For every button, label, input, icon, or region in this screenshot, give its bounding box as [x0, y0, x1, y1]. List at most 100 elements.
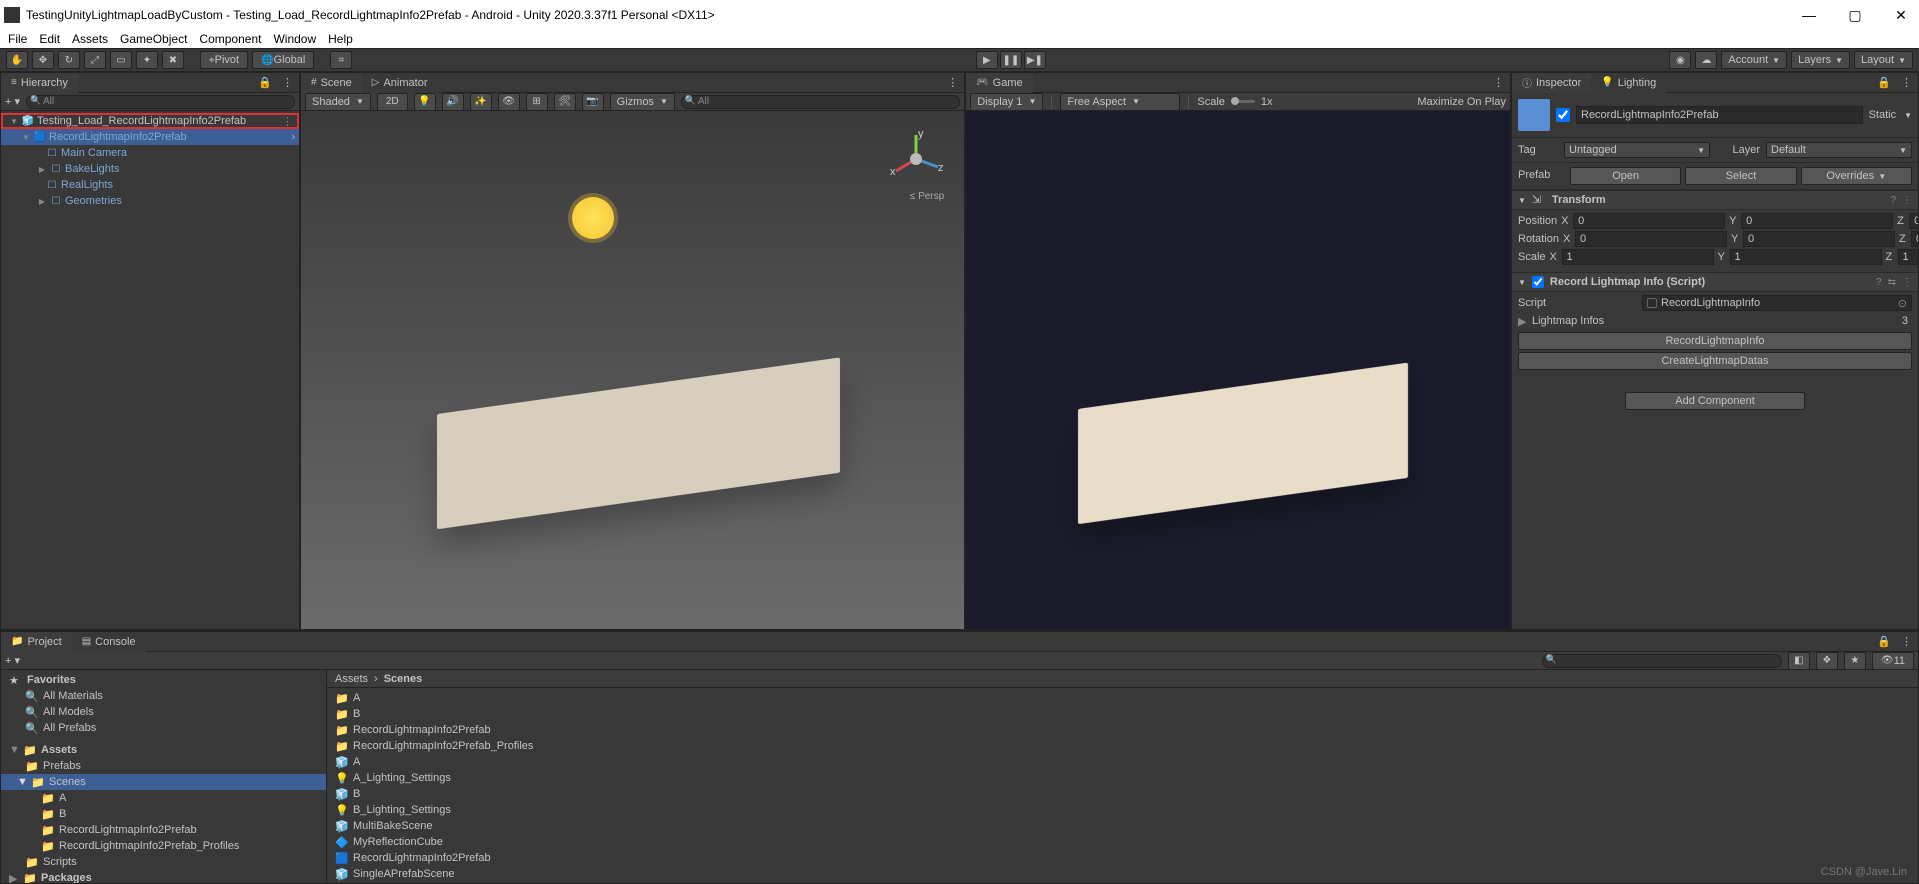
project-item[interactable]: 💡B_Lighting_Settings	[327, 802, 1918, 818]
component-menu-icon[interactable]: ⋮	[1902, 195, 1912, 206]
persp-toggle[interactable]: ≤ Persp	[910, 191, 944, 202]
custom-tool[interactable]: ✖	[162, 51, 184, 69]
layout-dropdown[interactable]: Layout▼	[1854, 51, 1913, 69]
prefab-open-button[interactable]: Open	[1570, 167, 1681, 185]
star-icon[interactable]: ★	[1844, 652, 1866, 670]
gameobject-name-field[interactable]	[1576, 106, 1863, 124]
aspect-dropdown[interactable]: Free Aspect▼	[1060, 93, 1180, 111]
transform-tool[interactable]: ✦	[136, 51, 158, 69]
play-button[interactable]: ▶	[976, 51, 998, 69]
project-item[interactable]: 💡A_Lighting_Settings	[327, 770, 1918, 786]
favorite-icon[interactable]: ❖	[1816, 652, 1838, 670]
game-viewport[interactable]	[966, 111, 1510, 629]
rot-z-field[interactable]	[1911, 231, 1918, 247]
rect-tool[interactable]: ▭	[110, 51, 132, 69]
menu-edit[interactable]: Edit	[39, 32, 60, 46]
global-toggle[interactable]: 🌐 Global	[252, 51, 314, 69]
pos-z-field[interactable]	[1909, 213, 1918, 229]
move-tool[interactable]: ✥	[32, 51, 54, 69]
hierarchy-item[interactable]: ▶☐BakeLights	[1, 161, 299, 177]
scene-viewport[interactable]: y z x ≤ Persp	[301, 111, 964, 629]
help-icon[interactable]: ?	[1890, 195, 1896, 206]
filter-icon[interactable]: ◧	[1788, 652, 1810, 670]
collab-icon[interactable]: ◉	[1669, 51, 1691, 69]
cloud-icon[interactable]: ☁	[1695, 51, 1717, 69]
account-dropdown[interactable]: Account▼	[1721, 51, 1787, 69]
project-tree[interactable]: ★Favorites 🔍All Materials 🔍All Models 🔍A…	[1, 670, 327, 883]
hidden-toggle-icon[interactable]: 👁	[498, 93, 520, 111]
create-dropdown[interactable]: + ▾	[5, 95, 20, 108]
project-file-list[interactable]: 📁A📁B📁RecordLightmapInfo2Prefab📁RecordLig…	[327, 688, 1918, 883]
record-lightmap-button[interactable]: RecordLightmapInfo	[1518, 332, 1912, 350]
hierarchy-menu-icon[interactable]: ⋮	[276, 76, 299, 89]
help-icon[interactable]: ?	[1876, 277, 1882, 288]
rotate-tool[interactable]: ↻	[58, 51, 80, 69]
tag-dropdown[interactable]: Untagged▼	[1564, 142, 1710, 158]
project-item[interactable]: 🧊MultiBakeScene	[327, 818, 1918, 834]
maximize-button[interactable]: ▢	[1841, 7, 1869, 24]
rot-x-field[interactable]	[1575, 231, 1727, 247]
project-breadcrumb[interactable]: Assets› Scenes	[327, 670, 1918, 688]
layers-dropdown[interactable]: Layers▼	[1791, 51, 1850, 69]
project-item[interactable]: 🧊SingleAPrefabScene	[327, 866, 1918, 882]
rot-y-field[interactable]	[1743, 231, 1895, 247]
maximize-toggle[interactable]: Maximize On Play	[1417, 96, 1506, 108]
display-dropdown[interactable]: Display 1▼	[970, 93, 1043, 111]
scale-y-field[interactable]	[1730, 249, 1882, 265]
prefab-overrides-button[interactable]: Overrides ▼	[1801, 167, 1912, 185]
pos-y-field[interactable]	[1741, 213, 1893, 229]
project-item[interactable]: 🧊B	[327, 786, 1918, 802]
project-tab[interactable]: 📁Project	[1, 632, 72, 652]
scale-slider[interactable]	[1231, 100, 1255, 103]
component-menu-icon[interactable]: ⋮	[1902, 277, 1912, 288]
project-item[interactable]: 🟦RecordLightmapInfo2Prefab	[327, 850, 1918, 866]
scene-tab[interactable]: #Scene	[301, 73, 362, 93]
hidden-count[interactable]: 👁 11	[1872, 652, 1914, 670]
project-lock-icon[interactable]: 🔒	[1873, 635, 1895, 648]
hierarchy-item[interactable]: ☐Main Camera	[1, 145, 299, 161]
project-item[interactable]: 🧊SingleBPrefabScene	[327, 882, 1918, 883]
menu-help[interactable]: Help	[328, 32, 353, 46]
project-item[interactable]: 📁B	[327, 706, 1918, 722]
project-item[interactable]: 📁RecordLightmapInfo2Prefab_Profiles	[327, 738, 1918, 754]
script-object-field[interactable]: RecordLightmapInfo ⊙	[1642, 295, 1912, 311]
hierarchy-search[interactable]: All	[26, 95, 295, 109]
hierarchy-item[interactable]: ☐RealLights	[1, 177, 299, 193]
scale-tool[interactable]: ⤢	[84, 51, 106, 69]
gizmos-dropdown[interactable]: Gizmos▼	[610, 93, 675, 111]
gameobject-icon[interactable]	[1518, 99, 1550, 131]
create-lightmap-button[interactable]: CreateLightmapDatas	[1518, 352, 1912, 370]
animator-tab[interactable]: ▷Animator	[362, 73, 438, 93]
root-gameobject[interactable]: ▼🟦 RecordLightmapInfo2Prefab ›	[1, 129, 299, 145]
project-item[interactable]: 📁A	[327, 690, 1918, 706]
scale-x-field[interactable]	[1562, 249, 1714, 265]
audio-toggle-icon[interactable]: 🔊	[442, 93, 464, 111]
inspector-menu-icon[interactable]: ⋮	[1895, 76, 1918, 89]
pos-x-field[interactable]	[1573, 213, 1725, 229]
hand-tool[interactable]: ✋	[6, 51, 28, 69]
tools-icon[interactable]: 🛠	[554, 93, 576, 111]
static-dropdown[interactable]: ▼	[1904, 111, 1912, 120]
menu-component[interactable]: Component	[199, 32, 261, 46]
scene-row[interactable]: ▼🧊 Testing_Load_RecordLightmapInfo2Prefa…	[1, 113, 299, 129]
step-button[interactable]: ▶❚	[1024, 51, 1046, 69]
preset-icon[interactable]: ⇆	[1888, 277, 1896, 288]
scene-menu-icon[interactable]: ⋮	[941, 76, 964, 89]
pause-button[interactable]: ❚❚	[1000, 51, 1022, 69]
grid-toggle-icon[interactable]: ⊞	[526, 93, 548, 111]
project-item[interactable]: 📁RecordLightmapInfo2Prefab	[327, 722, 1918, 738]
prefab-select-button[interactable]: Select	[1685, 167, 1796, 185]
transform-header[interactable]: ▼⇲ Transform ? ⋮	[1512, 190, 1918, 210]
menu-file[interactable]: File	[8, 32, 27, 46]
pivot-toggle[interactable]: ⌖ Pivot	[200, 51, 248, 69]
draw-mode-dropdown[interactable]: Shaded▼	[305, 93, 371, 111]
go-active-checkbox[interactable]	[1556, 108, 1570, 122]
scale-z-field[interactable]	[1898, 249, 1918, 265]
hierarchy-tab[interactable]: ≡Hierarchy	[1, 73, 78, 93]
game-menu-icon[interactable]: ⋮	[1487, 76, 1510, 89]
game-tab[interactable]: 🎮Game	[966, 73, 1032, 93]
console-tab[interactable]: ▤Console	[72, 632, 146, 652]
project-search[interactable]	[1542, 654, 1782, 668]
lighting-tab[interactable]: 💡Lighting	[1591, 73, 1666, 93]
script-component-header[interactable]: ▼ Record Lightmap Info (Script) ? ⇆ ⋮	[1512, 272, 1918, 292]
